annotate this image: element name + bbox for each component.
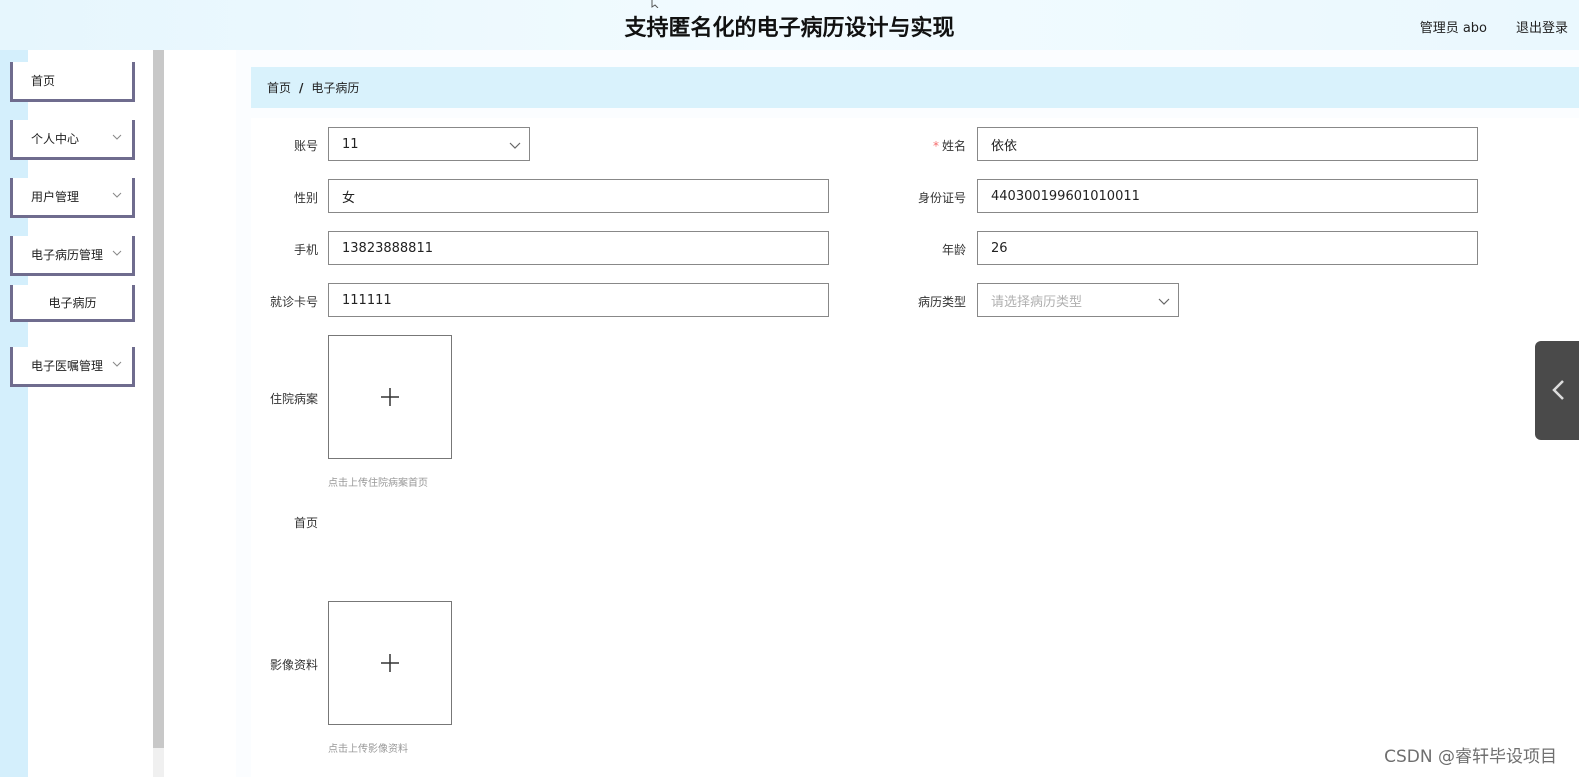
- age-label: 年龄: [941, 243, 966, 257]
- sidebar-item-personal-center[interactable]: 个人中心: [10, 120, 135, 160]
- watermark: CSDN @睿轩毕设项目: [1384, 747, 1557, 767]
- age-value: 26: [991, 240, 1008, 256]
- top-header: 支持匿名化的电子病历设计与实现 管理员 abo 退出登录: [0, 0, 1579, 50]
- home-page-label: 首页: [293, 516, 318, 530]
- id-number-value: 440300199601010011: [991, 188, 1140, 204]
- sidebar-scrollbar[interactable]: [153, 50, 164, 748]
- plus-icon: [381, 388, 399, 406]
- inpatient-record-label: 住院病案: [269, 392, 318, 406]
- chevron-left-icon: [1552, 380, 1564, 400]
- mouse-cursor-icon: [651, 0, 659, 8]
- sidebar-item-medical-order-management[interactable]: 电子医嘱管理: [10, 347, 135, 387]
- gender-input[interactable]: 女: [328, 179, 829, 213]
- breadcrumb-current: 电子病历: [311, 81, 360, 95]
- name-label: * 姓名: [866, 137, 966, 154]
- phone-input[interactable]: 13823888811: [328, 231, 829, 265]
- sidebar-item-label: 电子病历: [48, 295, 97, 310]
- sidebar-item-label: 电子医嘱管理: [31, 359, 104, 373]
- name-value: 依依: [991, 138, 1018, 154]
- record-type-placeholder: 请选择病历类型: [991, 294, 1083, 310]
- chevron-down-icon: [112, 250, 122, 256]
- breadcrumb-home[interactable]: 首页: [267, 79, 291, 96]
- sidebar-item-label: 用户管理: [31, 190, 80, 204]
- card-number-input[interactable]: 111111: [328, 283, 829, 317]
- record-type-label: 病历类型: [917, 295, 966, 309]
- sidebar-item-emr-management[interactable]: 电子病历管理: [10, 236, 135, 276]
- chevron-down-icon: [112, 361, 122, 367]
- sidebar-item-home[interactable]: 首页: [10, 62, 135, 102]
- chevron-down-icon: [509, 142, 521, 149]
- card-number-value: 111111: [342, 292, 392, 308]
- record-type-select[interactable]: 请选择病历类型: [977, 283, 1179, 317]
- chevron-down-icon: [112, 134, 122, 140]
- breadcrumb-separator: /: [299, 80, 304, 95]
- page-title: 支持匿名化的电子病历设计与实现: [624, 16, 955, 41]
- sidebar-item-label: 个人中心: [31, 132, 80, 146]
- sidebar-item-label: 电子病历管理: [31, 248, 104, 262]
- imaging-upload[interactable]: [328, 601, 452, 725]
- drawer-toggle-button[interactable]: [1535, 341, 1579, 440]
- required-mark: *: [932, 139, 939, 153]
- phone-label: 手机: [293, 243, 318, 257]
- breadcrumb: 首页 / 电子病历: [251, 67, 1579, 108]
- sidebar-subitem-emr[interactable]: 电子病历: [10, 285, 135, 322]
- sidebar-item-label: 首页: [31, 74, 56, 88]
- imaging-tip: 点击上传影像资料: [328, 744, 408, 755]
- chevron-down-icon: [1158, 298, 1170, 305]
- account-label: 账号: [293, 139, 318, 153]
- sidebar-scrollbar-track[interactable]: [153, 748, 164, 777]
- id-number-input[interactable]: 440300199601010011: [977, 179, 1478, 213]
- account-value: 11: [342, 136, 359, 152]
- name-label-text: 姓名: [941, 139, 966, 153]
- current-user: 管理员 abo: [1419, 21, 1487, 36]
- phone-value: 13823888811: [342, 240, 433, 256]
- gender-label: 性别: [293, 191, 318, 205]
- sidebar-item-user-management[interactable]: 用户管理: [10, 178, 135, 218]
- id-number-label: 身份证号: [917, 191, 966, 205]
- account-select[interactable]: 11: [328, 127, 530, 161]
- gender-value: 女: [342, 190, 356, 206]
- inpatient-record-upload[interactable]: [328, 335, 452, 459]
- imaging-label: 影像资料: [269, 658, 318, 672]
- logout-button[interactable]: 退出登录: [1516, 17, 1568, 36]
- card-number-label: 就诊卡号: [269, 295, 318, 309]
- plus-icon: [381, 654, 399, 672]
- inpatient-record-tip: 点击上传住院病案首页: [328, 478, 428, 489]
- name-input[interactable]: 依依: [977, 127, 1478, 161]
- age-input[interactable]: 26: [977, 231, 1478, 265]
- chevron-down-icon: [112, 192, 122, 198]
